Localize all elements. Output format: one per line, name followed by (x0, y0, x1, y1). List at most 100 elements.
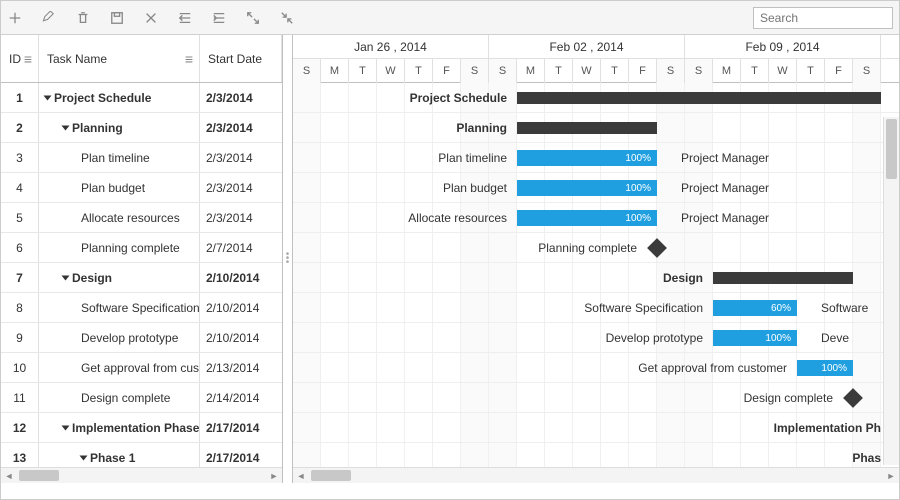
week-header: Jan 26 , 2014 (293, 35, 489, 58)
search-input[interactable] (753, 7, 893, 29)
outdent-icon[interactable] (177, 10, 193, 26)
task-bar[interactable]: 100% (797, 360, 853, 376)
row-start-date[interactable]: 2/3/2014 (200, 203, 282, 232)
grid-row[interactable]: 3Plan timeline2/3/2014 (1, 143, 282, 173)
plus-icon[interactable] (7, 10, 23, 26)
summary-bar[interactable] (517, 92, 881, 104)
row-task-name[interactable]: Design (39, 263, 200, 292)
save-icon[interactable] (109, 10, 125, 26)
expand-caret-icon[interactable] (62, 125, 70, 130)
row-task-name[interactable]: Develop prototype (39, 323, 200, 352)
column-menu-icon[interactable]: ≡ (185, 51, 193, 67)
gantt-row[interactable]: Design complete (293, 383, 899, 413)
row-task-name[interactable]: Implementation Phase (39, 413, 200, 442)
row-start-date[interactable]: 2/13/2014 (200, 353, 282, 382)
row-task-name[interactable]: Plan budget (39, 173, 200, 202)
gantt-row[interactable]: Project Schedule (293, 83, 899, 113)
row-task-name[interactable]: Plan timeline (39, 143, 200, 172)
splitter-handle[interactable]: ••• (283, 35, 293, 483)
task-bar[interactable]: 100% (517, 180, 657, 196)
row-start-date[interactable]: 2/7/2014 (200, 233, 282, 262)
progress-label: 100% (625, 213, 651, 224)
collapse-icon[interactable] (279, 10, 295, 26)
gantt-row[interactable]: 60%Software SpecificationSoftware (293, 293, 899, 323)
expand-caret-icon[interactable] (80, 455, 88, 460)
grid-row[interactable]: 10Get approval from customer2/13/2014 (1, 353, 282, 383)
row-task-name[interactable]: Planning complete (39, 233, 200, 262)
scroll-left-icon[interactable]: ◄ (1, 471, 17, 481)
row-task-name[interactable]: Planning (39, 113, 200, 142)
day-header: S (293, 59, 321, 83)
column-header-id[interactable]: ID ≡ (1, 35, 39, 82)
grid-row[interactable]: 8Software Specification2/10/2014 (1, 293, 282, 323)
gantt-vertical-scrollbar[interactable] (883, 117, 899, 465)
grid-row[interactable]: 11Design complete2/14/2014 (1, 383, 282, 413)
expand-caret-icon[interactable] (62, 425, 70, 430)
gantt-row[interactable]: 100%Allocate resourcesProject Manager (293, 203, 899, 233)
task-bar[interactable]: 100% (517, 210, 657, 226)
gantt-row[interactable]: 100%Develop prototypeDeve (293, 323, 899, 353)
row-task-name[interactable]: Allocate resources (39, 203, 200, 232)
task-bar[interactable]: 100% (713, 330, 797, 346)
summary-bar[interactable] (713, 272, 853, 284)
row-start-date[interactable]: 2/10/2014 (200, 323, 282, 352)
row-start-date[interactable]: 2/10/2014 (200, 293, 282, 322)
task-bar[interactable]: 100% (517, 150, 657, 166)
grid-horizontal-scrollbar[interactable]: ◄ ► (1, 467, 282, 483)
scroll-left-icon[interactable]: ◄ (293, 471, 309, 481)
row-start-date[interactable]: 2/14/2014 (200, 383, 282, 412)
gantt-row[interactable]: 100%Get approval from customer (293, 353, 899, 383)
day-header: W (769, 59, 797, 83)
trash-icon[interactable] (75, 10, 91, 26)
row-id: 12 (1, 413, 39, 442)
grid-row[interactable]: 1Project Schedule2/3/2014 (1, 83, 282, 113)
grid-row[interactable]: 4Plan budget2/3/2014 (1, 173, 282, 203)
grid-row[interactable]: 5Allocate resources2/3/2014 (1, 203, 282, 233)
gantt-row[interactable]: 100%Plan timelineProject Manager (293, 143, 899, 173)
milestone-marker[interactable] (843, 388, 863, 408)
gantt-body[interactable]: Project SchedulePlanning100%Plan timelin… (293, 83, 899, 483)
indent-icon[interactable] (211, 10, 227, 26)
scroll-right-icon[interactable]: ► (883, 471, 899, 481)
cancel-icon[interactable] (143, 10, 159, 26)
expand-caret-icon[interactable] (44, 95, 52, 100)
row-start-date[interactable]: 2/3/2014 (200, 113, 282, 142)
grid-row[interactable]: 12Implementation Phase2/17/2014 (1, 413, 282, 443)
expand-icon[interactable] (245, 10, 261, 26)
task-name-label: Planning complete (81, 241, 180, 255)
resource-label: Software (815, 293, 868, 323)
grid-row[interactable]: 6Planning complete2/7/2014 (1, 233, 282, 263)
day-header: T (405, 59, 433, 83)
row-start-date[interactable]: 2/17/2014 (200, 413, 282, 442)
gantt-row[interactable]: Planning complete (293, 233, 899, 263)
summary-bar[interactable] (517, 122, 657, 134)
grid-row[interactable]: 2Planning2/3/2014 (1, 113, 282, 143)
row-start-date[interactable]: 2/3/2014 (200, 143, 282, 172)
day-header: T (545, 59, 573, 83)
grid-row[interactable]: 7Design2/10/2014 (1, 263, 282, 293)
row-task-name[interactable]: Project Schedule (39, 83, 200, 112)
row-start-date[interactable]: 2/3/2014 (200, 83, 282, 112)
gantt-row[interactable]: 100%Plan budgetProject Manager (293, 173, 899, 203)
task-bar[interactable]: 60% (713, 300, 797, 316)
bar-label: Implementation Ph (774, 413, 881, 443)
column-header-date[interactable]: Start Date (200, 35, 282, 82)
column-menu-icon[interactable]: ≡ (24, 51, 32, 67)
gantt-chart: Jan 26 , 2014Feb 02 , 2014Feb 09 , 2014 … (293, 35, 899, 483)
task-name-label: Plan timeline (81, 151, 150, 165)
gantt-row[interactable]: Planning (293, 113, 899, 143)
row-task-name[interactable]: Get approval from customer (39, 353, 200, 382)
scroll-right-icon[interactable]: ► (266, 471, 282, 481)
row-start-date[interactable]: 2/10/2014 (200, 263, 282, 292)
gantt-row[interactable]: Implementation Ph (293, 413, 899, 443)
grid-row[interactable]: 9Develop prototype2/10/2014 (1, 323, 282, 353)
gantt-row[interactable]: Design (293, 263, 899, 293)
row-start-date[interactable]: 2/3/2014 (200, 173, 282, 202)
expand-caret-icon[interactable] (62, 275, 70, 280)
edit-icon[interactable] (41, 10, 57, 26)
column-header-task[interactable]: Task Name ≡ (39, 35, 200, 82)
row-task-name[interactable]: Software Specification (39, 293, 200, 322)
gantt-horizontal-scrollbar[interactable]: ◄ ► (293, 467, 899, 483)
milestone-marker[interactable] (647, 238, 667, 258)
row-task-name[interactable]: Design complete (39, 383, 200, 412)
